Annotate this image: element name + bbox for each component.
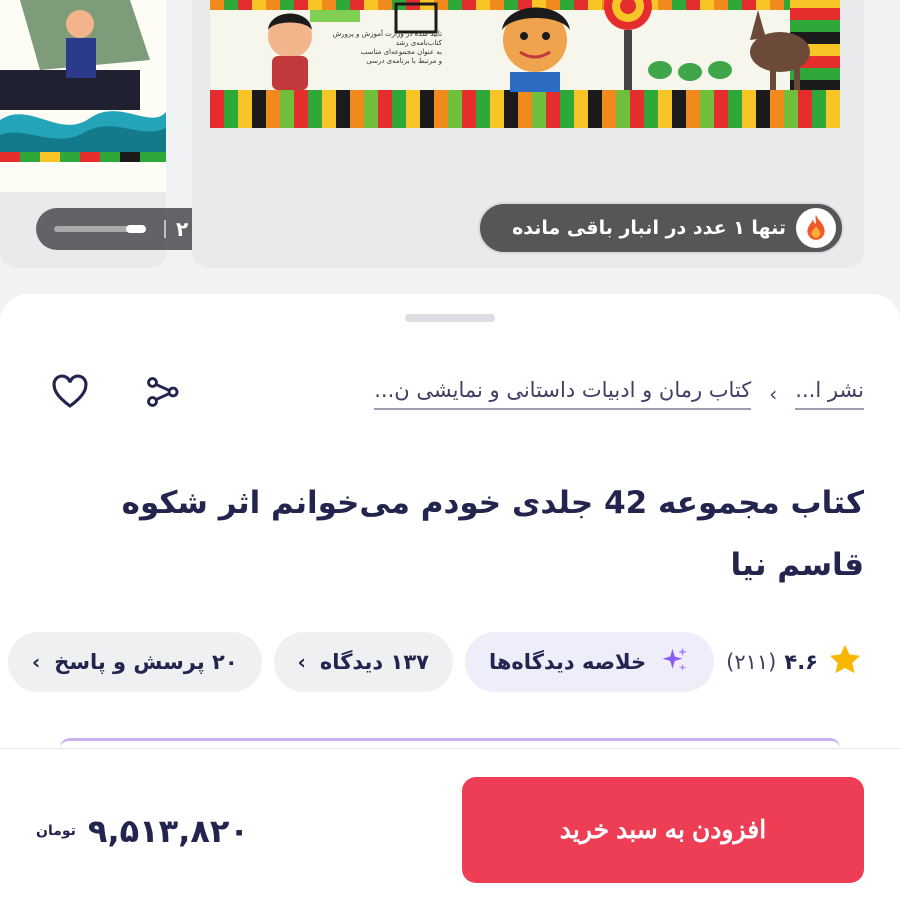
rating-count: (۲۱۱) [726, 650, 777, 674]
price-currency: تومان [36, 823, 76, 839]
questions-button[interactable]: ۲۰ پرسش و پاسخ › [7, 632, 262, 692]
chevron-left-icon: › [297, 650, 306, 674]
reviews-label: ۱۳۷ دیدگاه [319, 650, 429, 674]
sheet-drag-handle[interactable] [405, 314, 495, 322]
star-icon [826, 641, 864, 684]
fire-icon [796, 208, 836, 248]
chevron-left-icon: › [769, 382, 778, 406]
next-section-preview [60, 738, 840, 748]
ai-summary-label: خلاصه دیدگاه‌ها [488, 650, 647, 674]
breadcrumb-item-publisher[interactable]: نشر ا... [795, 378, 864, 410]
image-count: ۲ [176, 217, 189, 241]
favorite-button[interactable] [48, 372, 92, 416]
book-cover-art-left [0, 0, 166, 192]
purchase-bar: افزودن به سبد خرید تومان ۹,۵۱۳,۸۲۰ [0, 748, 900, 900]
product-meta-row: ۴.۶ (۲۱۱) خلاصه دیدگاه‌ها ۱۳۷ دیدگاه › ۲… [7, 632, 864, 692]
ai-review-summary-button[interactable]: خلاصه دیدگاه‌ها [464, 632, 715, 692]
book-cover-art-main: تایید شده در وزارت آموزش و پرورش کتاب‌نا… [210, 0, 840, 128]
sparkle-icon [660, 645, 690, 680]
product-title: کتاب مجموعه 42 جلدی خودم می‌خوانم اثر شک… [121, 485, 864, 583]
product-image-gallery[interactable]: ۲ [0, 0, 900, 270]
stock-notice-text: تنها ۱ عدد در انبار باقی مانده [512, 217, 786, 239]
product-rating: ۴.۶ (۲۱۱) [726, 641, 864, 684]
gallery-thumbnail-previous[interactable]: ۲ [0, 0, 254, 268]
rating-score: ۴.۶ [784, 650, 818, 674]
add-to-cart-button[interactable]: افزودن به سبد خرید [462, 777, 864, 883]
breadcrumb: نشر ا... › کتاب رمان و ادبیات داستانی و … [244, 372, 864, 416]
heart-icon [49, 371, 91, 417]
questions-label: ۲۰ پرسش و پاسخ [54, 650, 238, 674]
price-amount: ۹,۵۱۳,۸۲۰ [87, 812, 249, 850]
cover-endorsement-text: تایید شده در وزارت آموزش و پرورش کتاب‌نا… [332, 30, 442, 65]
share-button[interactable] [140, 372, 184, 416]
chevron-left-icon: › [31, 650, 41, 674]
gallery-scroll-indicator [54, 225, 146, 233]
low-stock-badge: تنها ۱ عدد در انبار باقی مانده [478, 202, 844, 254]
share-icon [143, 373, 181, 415]
reviews-button[interactable]: ۱۳۷ دیدگاه › [273, 632, 453, 692]
price-display: تومان ۹,۵۱۳,۸۲۰ [36, 807, 249, 855]
breadcrumb-item-category[interactable]: کتاب رمان و ادبیات داستانی و نمایشی ن... [374, 378, 752, 410]
